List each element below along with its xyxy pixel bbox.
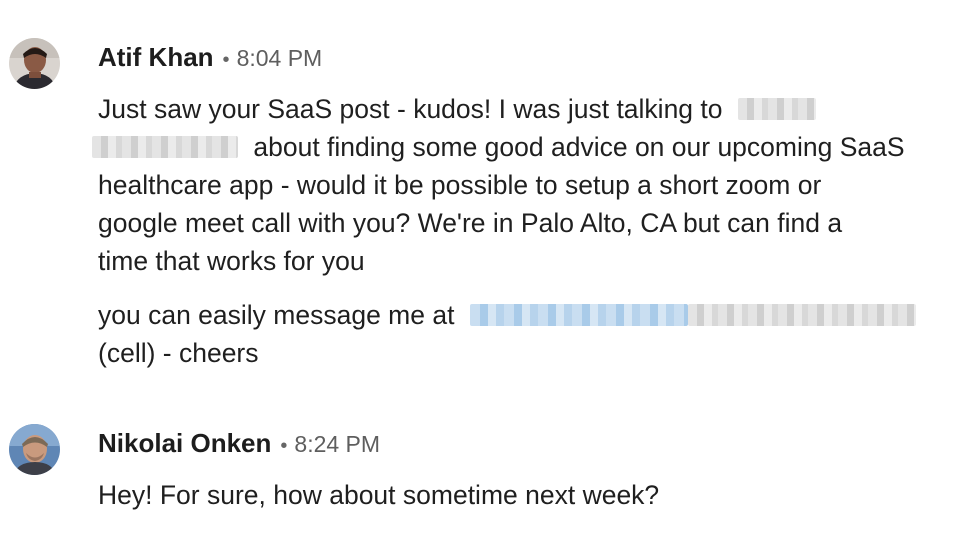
message-line: time that works for you xyxy=(98,246,365,276)
message-line: healthcare app - would it be possible to… xyxy=(98,170,822,200)
sender-name[interactable]: Atif Khan xyxy=(98,42,214,73)
redacted-email-link[interactable] xyxy=(469,304,688,326)
message-line: about finding some good advice on our up… xyxy=(92,128,968,166)
message-line: Hey! For sure, how about sometime next w… xyxy=(98,480,660,510)
message-body: Hey! For sure, how about sometime next w… xyxy=(98,476,968,514)
message-line: you can easily message me at xyxy=(98,296,968,334)
message-text: about finding some good advice on our up… xyxy=(253,132,905,162)
message-text: you can easily message me at xyxy=(98,300,455,330)
message-line: Just saw your SaaS post - kudos! I was j… xyxy=(98,90,968,128)
message-body: Just saw your SaaS post - kudos! I was j… xyxy=(92,90,968,280)
message-timestamp: 8:04 PM xyxy=(236,45,323,71)
redacted-name xyxy=(737,98,816,120)
profile-photo-icon xyxy=(9,424,60,475)
message-text: Just saw your SaaS post - kudos! I was j… xyxy=(98,94,723,124)
message-timestamp: 8:24 PM xyxy=(294,431,381,457)
profile-photo-icon xyxy=(9,38,60,89)
sender-name[interactable]: Nikolai Onken xyxy=(98,428,271,459)
redacted-phone-number xyxy=(687,304,916,326)
message-header: Nikolai Onken • 8:24 PM xyxy=(98,428,380,459)
sender-avatar[interactable] xyxy=(9,424,60,475)
message-header: Atif Khan • 8:04 PM xyxy=(98,42,322,73)
message-body: you can easily message me at (cell) - ch… xyxy=(98,296,968,372)
sender-avatar[interactable] xyxy=(9,38,60,89)
message-line: google meet call with you? We're in Palo… xyxy=(98,208,843,238)
header-separator: • xyxy=(222,49,230,71)
header-separator: • xyxy=(280,435,288,457)
message-line: (cell) - cheers xyxy=(98,338,259,368)
redacted-name xyxy=(92,136,238,158)
